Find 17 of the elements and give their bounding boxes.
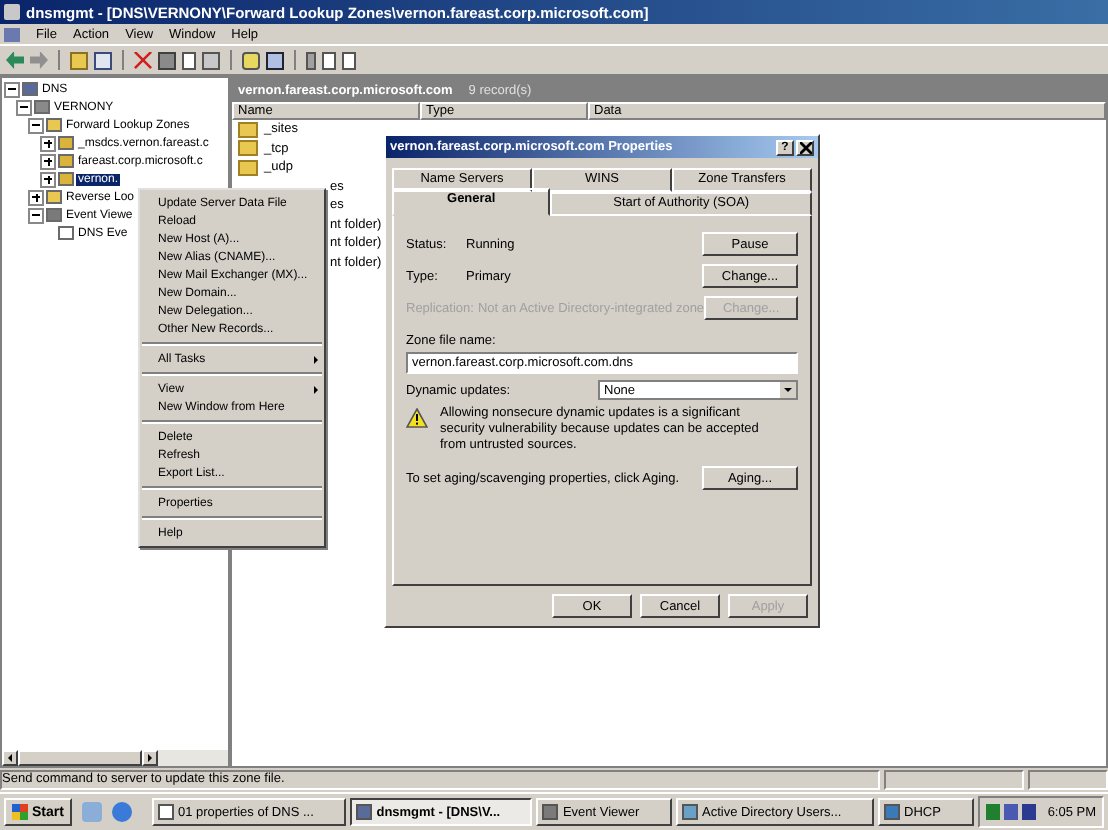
windows-flag-icon bbox=[12, 804, 28, 820]
document-icon bbox=[58, 226, 74, 240]
document-icon[interactable] bbox=[182, 51, 196, 69]
expander-icon[interactable] bbox=[4, 81, 20, 97]
expander-icon[interactable] bbox=[16, 99, 32, 115]
expander-icon[interactable] bbox=[28, 207, 44, 223]
delete-icon[interactable] bbox=[134, 51, 152, 69]
expander-icon[interactable] bbox=[40, 171, 56, 187]
close-icon bbox=[799, 141, 811, 153]
expander-icon[interactable] bbox=[40, 135, 56, 151]
close-button[interactable] bbox=[796, 139, 814, 155]
expander-icon[interactable] bbox=[40, 153, 56, 169]
globe-icon[interactable] bbox=[111, 802, 132, 822]
expander-icon[interactable] bbox=[28, 117, 44, 133]
expander-icon[interactable] bbox=[28, 189, 44, 205]
warning-icon bbox=[406, 408, 428, 428]
horizontal-scrollbar[interactable] bbox=[2, 750, 228, 766]
